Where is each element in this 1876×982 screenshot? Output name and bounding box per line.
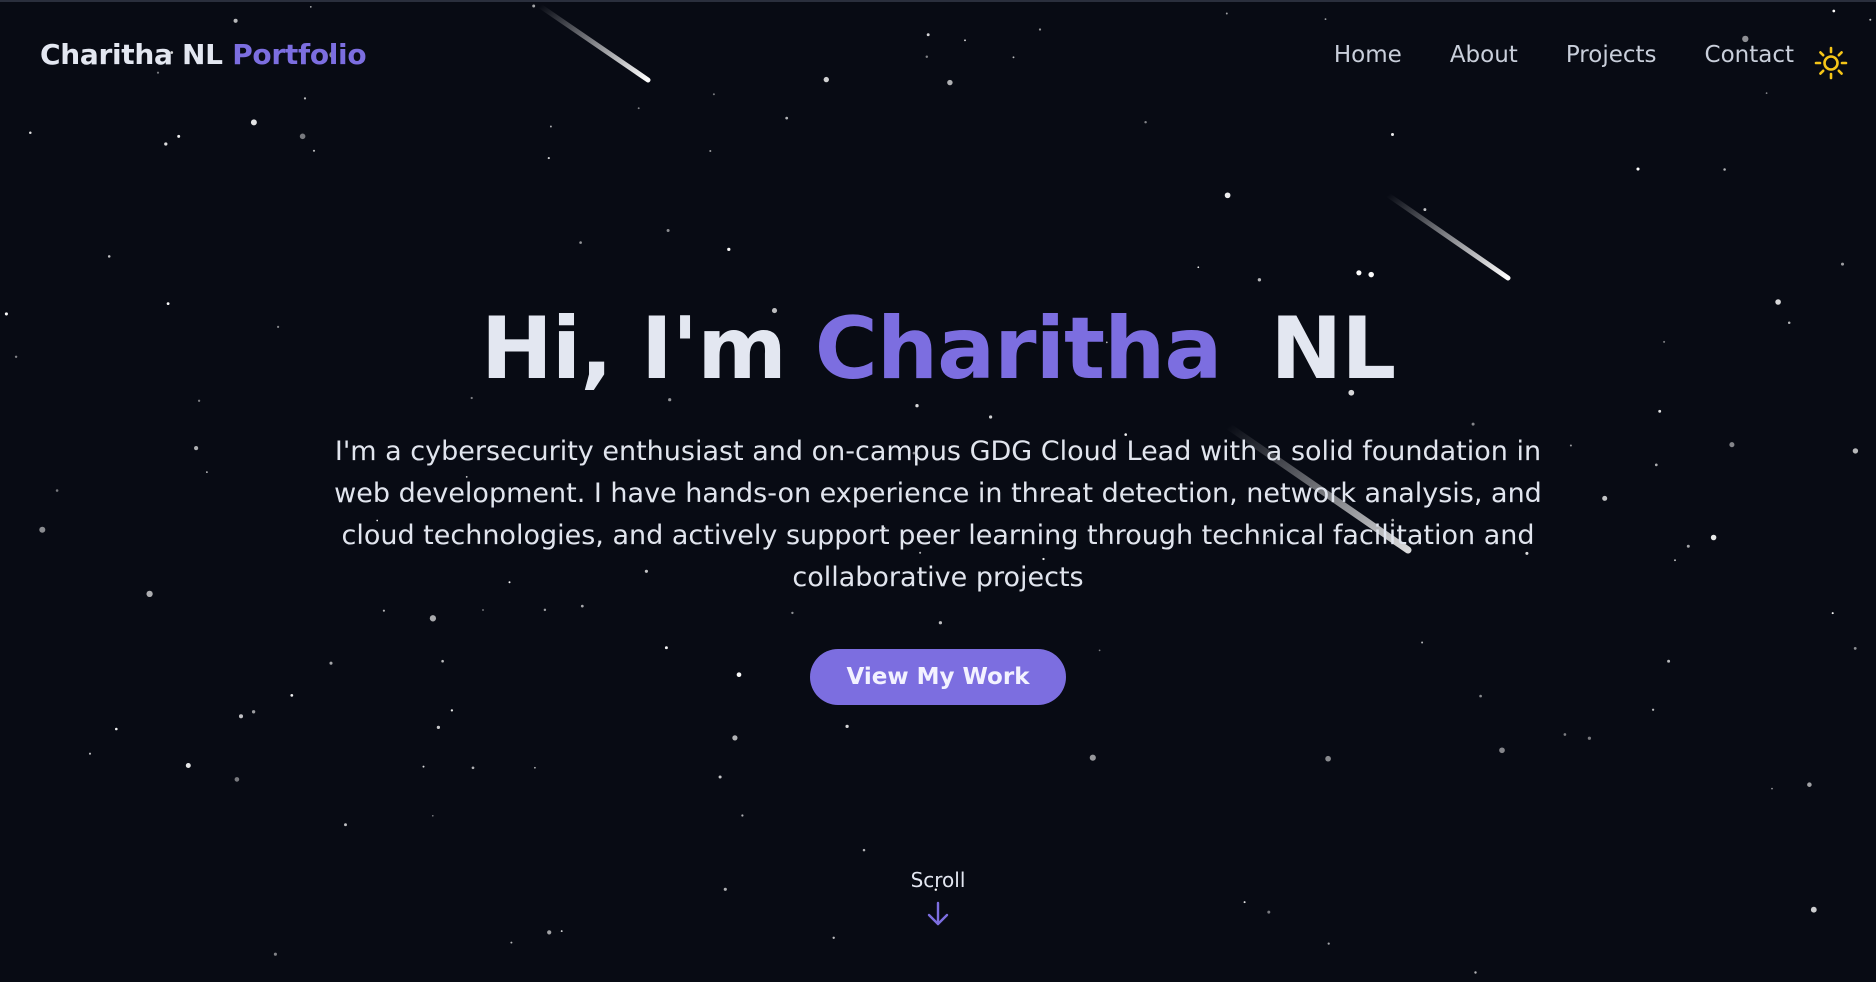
arrow-down-icon: [927, 901, 949, 926]
star: [547, 930, 552, 935]
star: [107, 255, 111, 258]
brand-suffix: Portfolio: [232, 38, 367, 71]
star: [185, 763, 191, 768]
nav-link-contact[interactable]: Contact: [1705, 42, 1794, 68]
view-my-work-button[interactable]: View My Work: [810, 648, 1066, 705]
star: [1474, 971, 1477, 974]
star: [1327, 942, 1330, 945]
star: [1356, 270, 1362, 276]
nav-link-projects[interactable]: Projects: [1566, 42, 1657, 68]
star: [471, 766, 475, 770]
star: [510, 941, 513, 944]
star: [718, 775, 722, 779]
star: [1368, 271, 1374, 278]
star: [115, 727, 118, 731]
star: [1636, 167, 1640, 171]
star: [741, 814, 744, 817]
star: [450, 709, 454, 712]
hero-first-name: Charitha: [814, 299, 1223, 399]
theme-toggle-button[interactable]: [1814, 46, 1848, 80]
star: [88, 752, 92, 755]
star: [1144, 120, 1147, 124]
star: [732, 735, 738, 741]
shooting-star: [1385, 192, 1511, 281]
star: [299, 133, 306, 140]
portfolio-page: Charitha NL Portfolio Home About Project…: [0, 0, 1876, 982]
hero-heading: Hi, I'm Charitha NL: [0, 302, 1876, 397]
hero-last-name: NL: [1270, 299, 1396, 399]
star: [1089, 754, 1096, 761]
top-navigation: Charitha NL Portfolio Home About Project…: [0, 2, 1876, 112]
star: [845, 724, 849, 729]
hero-section: Hi, I'm Charitha NL I'm a cybersecurity …: [0, 302, 1876, 705]
star: [1325, 755, 1331, 762]
sun-icon: [1814, 46, 1848, 80]
star: [251, 710, 256, 714]
star: [1197, 266, 1200, 269]
star: [431, 814, 434, 817]
star: [1563, 733, 1567, 736]
star: [1840, 262, 1845, 266]
star: [29, 131, 32, 134]
star: [177, 134, 181, 138]
star: [534, 766, 536, 769]
star: [1257, 278, 1262, 282]
star: [1723, 168, 1726, 171]
star: [344, 823, 347, 827]
star: [785, 116, 789, 120]
hero-greeting: Hi, I'm: [480, 299, 787, 399]
brand-logo[interactable]: Charitha NL Portfolio: [40, 38, 367, 71]
scroll-label: Scroll: [910, 868, 966, 892]
star: [234, 777, 240, 782]
star: [1651, 708, 1655, 711]
hero-bio: I'm a cybersecurity enthusiast and on-ca…: [334, 435, 1542, 593]
nav-menu: Home About Projects Contact: [1334, 42, 1794, 68]
star: [273, 952, 277, 956]
star: [832, 936, 835, 939]
star: [1807, 782, 1812, 787]
star: [238, 714, 244, 719]
nav-link-about[interactable]: About: [1450, 42, 1518, 68]
star: [1499, 747, 1505, 754]
star: [250, 119, 257, 126]
star: [547, 157, 550, 160]
star: [727, 247, 731, 252]
brand-name: Charitha NL: [40, 38, 223, 71]
nav-link-home[interactable]: Home: [1334, 42, 1402, 68]
star: [1423, 208, 1427, 212]
star: [312, 149, 316, 152]
star: [549, 125, 552, 128]
star: [1391, 133, 1394, 136]
star: [666, 228, 670, 233]
star: [436, 725, 441, 730]
star: [1771, 787, 1773, 790]
star: [579, 241, 582, 244]
star: [1224, 192, 1231, 199]
star: [862, 848, 866, 852]
star: [164, 142, 168, 146]
star: [422, 765, 425, 768]
star: [1587, 736, 1592, 740]
star: [709, 149, 712, 153]
scroll-indicator[interactable]: Scroll: [0, 868, 1876, 928]
star: [560, 930, 563, 933]
